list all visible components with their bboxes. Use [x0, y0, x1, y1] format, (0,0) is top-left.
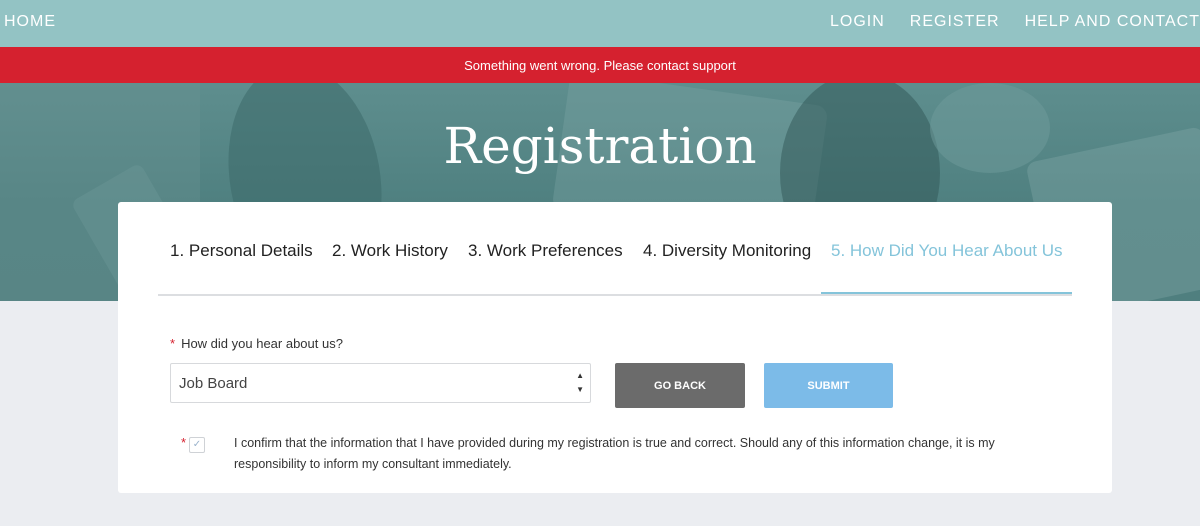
arrow-down-icon: ▼: [576, 385, 584, 394]
confirm-checkbox[interactable]: ✓: [189, 437, 205, 453]
top-navigation: HOME LOGIN REGISTER HELP AND CONTACT: [0, 0, 1200, 47]
up-down-arrows-icon: ▲ ▼: [576, 369, 584, 397]
nav-help-contact-link[interactable]: HELP AND CONTACT: [1025, 13, 1200, 31]
error-banner: Something went wrong. Please contact sup…: [0, 47, 1200, 83]
go-back-button[interactable]: GO BACK: [615, 363, 745, 408]
page-title: Registration: [443, 117, 757, 175]
required-marker: *: [181, 435, 187, 450]
nav-right-links: LOGIN REGISTER HELP AND CONTACT: [805, 13, 1200, 31]
tab-how-did-you-hear[interactable]: 5. How Did You Hear About Us: [831, 241, 1063, 261]
nav-home-link[interactable]: HOME: [4, 13, 56, 31]
tab-work-history[interactable]: 2. Work History: [332, 241, 448, 261]
tab-work-preferences[interactable]: 3. Work Preferences: [468, 241, 623, 261]
active-tab-indicator: [821, 292, 1072, 294]
submit-button[interactable]: SUBMIT: [764, 363, 893, 408]
confirm-statement: I confirm that the information that I ha…: [234, 436, 995, 471]
nav-login-link[interactable]: LOGIN: [830, 13, 885, 31]
hear-about-select[interactable]: Job Board ▲ ▼: [170, 363, 591, 403]
selected-value: Job Board: [179, 375, 248, 392]
checkmark-icon: ✓: [192, 439, 202, 450]
nav-register-link[interactable]: REGISTER: [910, 13, 1000, 31]
step-tabs: 1. Personal Details 2. Work History 3. W…: [158, 202, 1072, 296]
question-label-text: How did you hear about us?: [181, 336, 343, 351]
registration-card: 1. Personal Details 2. Work History 3. W…: [118, 202, 1112, 493]
arrow-up-icon: ▲: [576, 371, 584, 380]
tab-personal-details[interactable]: 1. Personal Details: [170, 241, 313, 261]
tab-diversity-monitoring[interactable]: 4. Diversity Monitoring: [643, 241, 811, 261]
question-label: * How did you hear about us?: [170, 336, 343, 351]
required-marker: *: [170, 336, 176, 351]
